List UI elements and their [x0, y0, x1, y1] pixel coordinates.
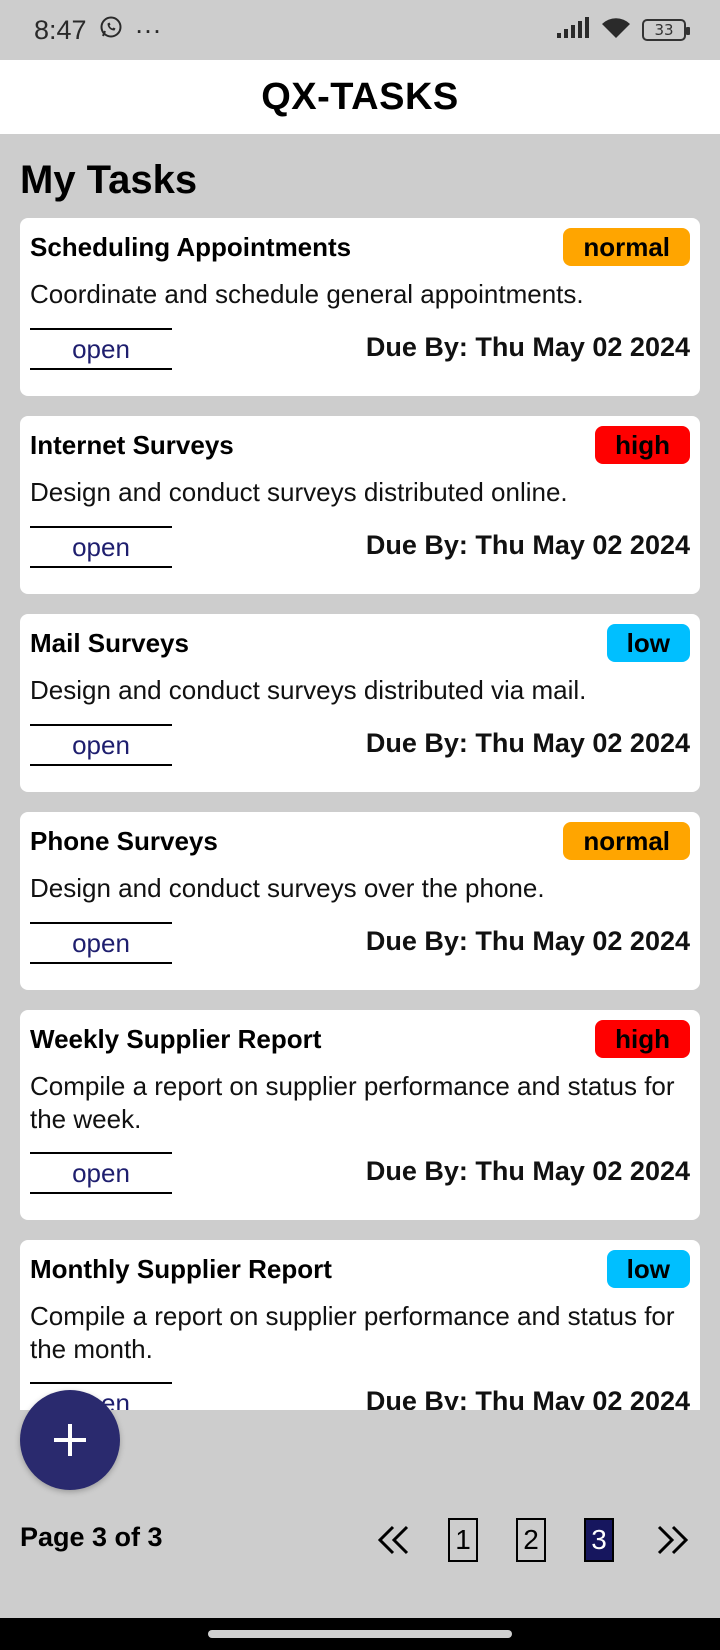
task-list-scroll[interactable]: My Tasks Scheduling Appointments normal … — [0, 134, 720, 1410]
wifi-icon — [600, 16, 632, 45]
task-title: Internet Surveys — [30, 430, 234, 460]
task-title: Phone Surveys — [30, 826, 218, 856]
priority-badge: low — [606, 624, 690, 662]
task-status-button[interactable]: open — [30, 922, 172, 964]
task-due-date: Due By: Thu May 02 2024 — [365, 530, 690, 560]
priority-badge: high — [595, 426, 690, 464]
clock: 8:47 — [34, 14, 87, 45]
signal-icon — [556, 16, 590, 44]
whatsapp-icon — [99, 15, 123, 46]
task-due-date: Due By: Thu May 02 2024 — [365, 728, 690, 758]
pagination: 1 2 3 — [370, 1512, 700, 1568]
task-description: Coordinate and schedule general appointm… — [30, 279, 584, 309]
task-title: Mail Surveys — [30, 628, 189, 658]
task-description: Design and conduct surveys distributed v… — [30, 675, 587, 705]
status-bar: 8:47 ··· 33 — [0, 0, 720, 60]
task-description: Design and conduct surveys distributed o… — [30, 477, 568, 507]
task-title: Monthly Supplier Report — [30, 1254, 332, 1284]
task-card[interactable]: Phone Surveys normal Design and conduct … — [20, 812, 700, 990]
task-status-button[interactable]: open — [30, 328, 172, 370]
task-card[interactable]: Monthly Supplier Report low Compile a re… — [20, 1240, 700, 1410]
page-indicator: Page 3 of 3 — [20, 1522, 163, 1552]
add-task-button[interactable] — [20, 1390, 120, 1490]
plus-icon — [54, 1424, 86, 1456]
page-title: My Tasks — [20, 158, 198, 202]
home-indicator[interactable] — [208, 1630, 512, 1638]
app-title: QX-TASKS — [261, 75, 459, 118]
app-bar: QX-TASKS — [0, 60, 720, 134]
previous-page-button[interactable] — [370, 1512, 416, 1568]
task-due-date: Due By: Thu May 02 2024 — [365, 332, 690, 362]
task-due-date: Due By: Thu May 02 2024 — [365, 926, 690, 956]
more-notifications-icon: ··· — [134, 14, 162, 45]
task-title: Scheduling Appointments — [30, 232, 352, 262]
task-description: Compile a report on supplier performance… — [30, 1071, 675, 1134]
task-card[interactable]: Weekly Supplier Report high Compile a re… — [20, 1010, 700, 1220]
task-card[interactable]: Internet Surveys high Design and conduct… — [20, 416, 700, 594]
double-chevron-left-icon — [377, 1525, 409, 1555]
battery-icon: 33 — [642, 19, 690, 41]
task-status-button[interactable]: open — [30, 1152, 172, 1194]
task-status-button[interactable]: open — [30, 526, 172, 568]
task-status-button[interactable]: open — [30, 724, 172, 766]
task-description: Design and conduct surveys over the phon… — [30, 873, 545, 903]
priority-badge: low — [606, 1250, 690, 1288]
task-due-date: Due By: Thu May 02 2024 — [365, 1386, 690, 1410]
task-card[interactable]: Mail Surveys low Design and conduct surv… — [20, 614, 700, 792]
page-button-1[interactable]: 1 — [448, 1518, 478, 1562]
priority-badge: normal — [563, 228, 690, 266]
page-button-2[interactable]: 2 — [516, 1518, 546, 1562]
task-description: Compile a report on supplier performance… — [30, 1301, 675, 1364]
double-chevron-right-icon — [657, 1525, 689, 1555]
priority-badge: normal — [563, 822, 690, 860]
priority-badge: high — [595, 1020, 690, 1058]
page-button-3[interactable]: 3 — [584, 1518, 614, 1562]
task-card[interactable]: Scheduling Appointments normal Coordinat… — [20, 218, 700, 396]
next-page-button[interactable] — [650, 1512, 696, 1568]
system-navigation-bar — [0, 1618, 720, 1650]
task-due-date: Due By: Thu May 02 2024 — [365, 1156, 690, 1186]
task-title: Weekly Supplier Report — [30, 1024, 322, 1054]
